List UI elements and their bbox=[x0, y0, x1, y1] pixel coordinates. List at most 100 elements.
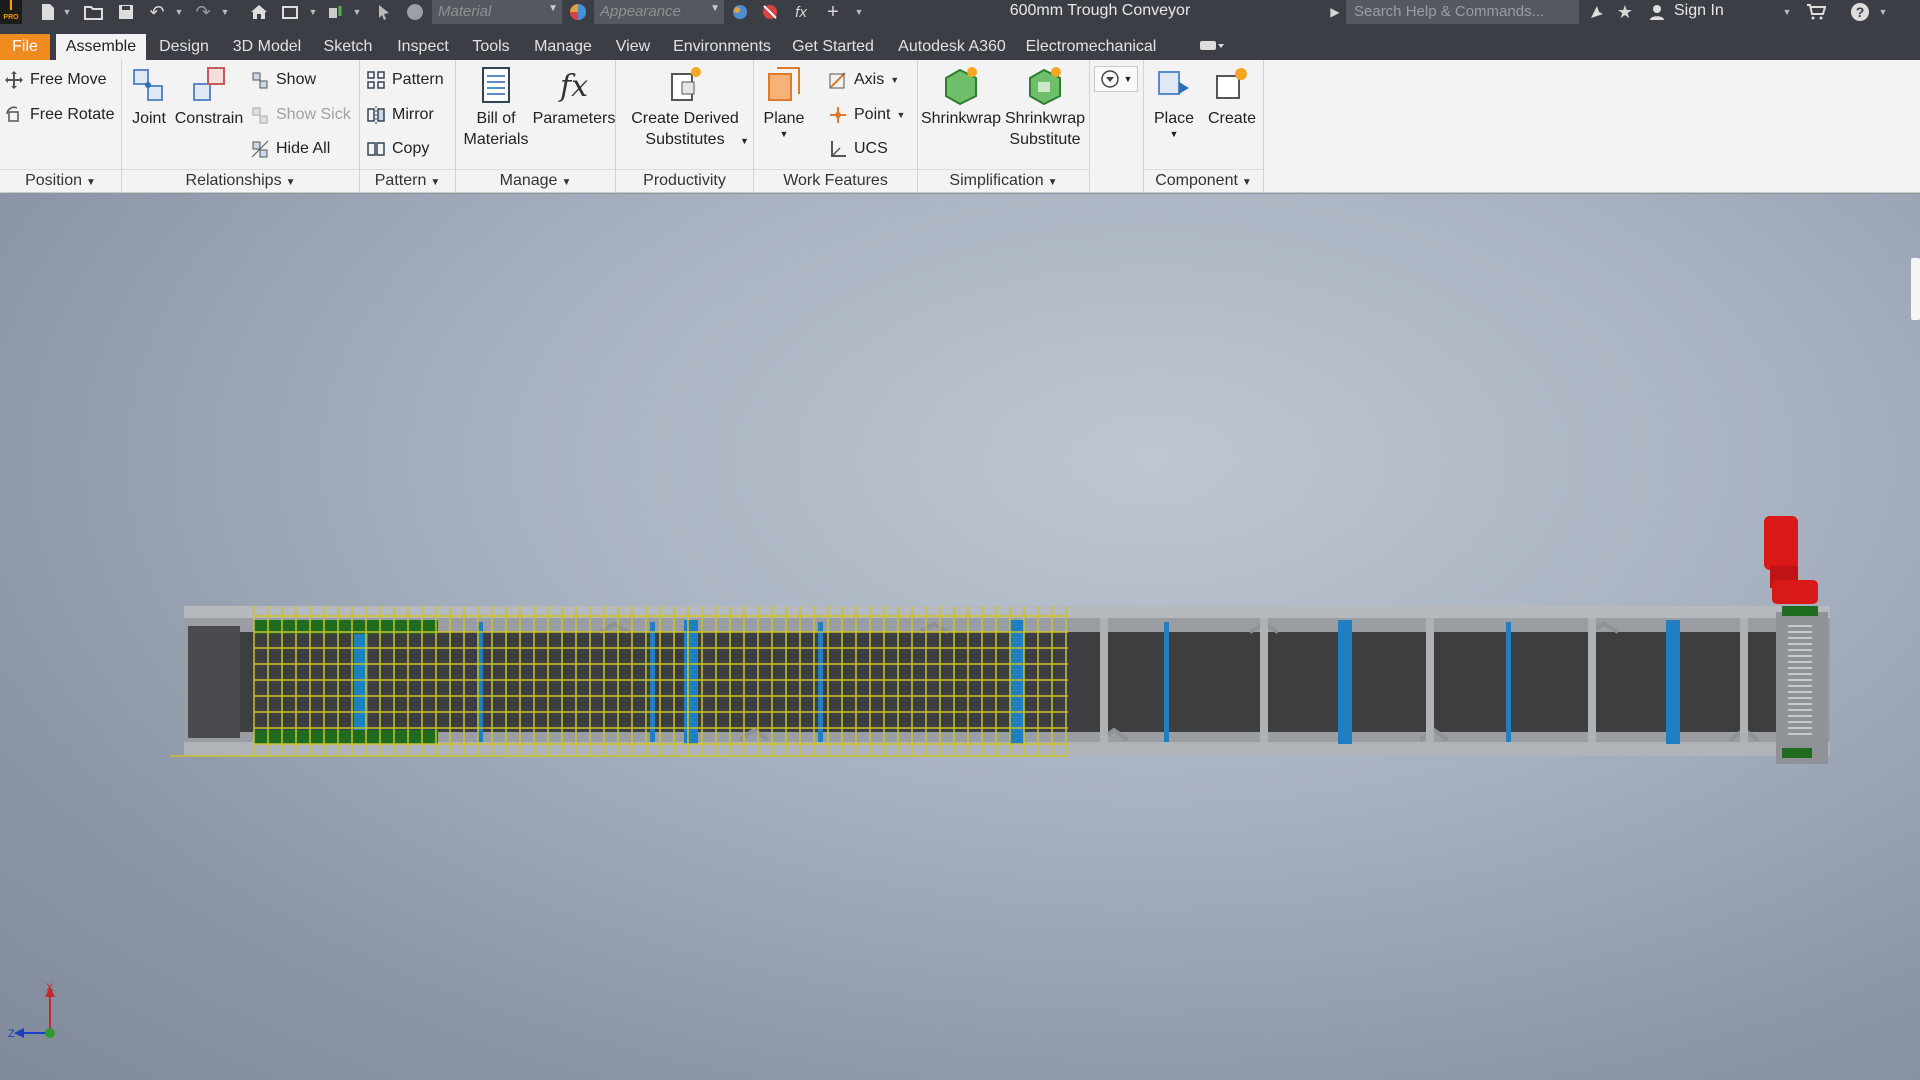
show-sick-button[interactable]: Show Sick bbox=[250, 101, 351, 129]
y-axis-origin-icon bbox=[45, 1028, 55, 1038]
joint-icon bbox=[133, 69, 163, 101]
hide-all-button[interactable]: Hide All bbox=[250, 135, 330, 163]
tab-3d-model[interactable]: 3D Model bbox=[224, 34, 310, 60]
panel-component-title[interactable]: Component ▼ bbox=[1144, 169, 1263, 191]
derived-dropdown-icon[interactable]: ▼ bbox=[740, 136, 749, 146]
help-icon[interactable]: ? bbox=[1848, 0, 1872, 24]
expand-arrow-icon[interactable]: ▶ bbox=[1328, 0, 1342, 24]
panel-relationships-title[interactable]: Relationships ▼ bbox=[122, 169, 359, 191]
show-button[interactable]: Show bbox=[250, 66, 316, 94]
panel-manage-title-text: Manage bbox=[499, 172, 558, 189]
point-dropdown-icon[interactable]: ▼ bbox=[896, 110, 905, 120]
binoculars-icon[interactable] bbox=[1586, 0, 1608, 24]
appearance-sphere-icon[interactable] bbox=[566, 0, 590, 24]
plane-dropdown-icon[interactable]: ▼ bbox=[780, 129, 789, 139]
appearance-combo[interactable]: Appearance ▼ bbox=[594, 0, 724, 24]
favorites-star-icon[interactable]: ★ bbox=[1614, 0, 1636, 24]
material-globe-icon[interactable] bbox=[404, 0, 426, 24]
undo-icon[interactable]: ↶ bbox=[146, 0, 168, 24]
panel-pattern-title[interactable]: Pattern ▼ bbox=[360, 169, 455, 191]
tab-manage[interactable]: Manage bbox=[528, 34, 598, 60]
search-input[interactable]: Search Help & Commands... bbox=[1346, 0, 1579, 24]
pattern-button[interactable]: Pattern bbox=[366, 66, 444, 94]
open-file-icon[interactable] bbox=[82, 0, 106, 24]
chevron-down-icon: ▼ bbox=[86, 177, 96, 188]
create-button[interactable]: Create bbox=[1204, 64, 1260, 129]
user-icon[interactable] bbox=[1646, 0, 1668, 24]
shrinkwrap-substitute-button[interactable]: Shrinkwrap Substitute bbox=[1002, 64, 1088, 150]
axis-button[interactable]: Axis ▼ bbox=[828, 66, 899, 94]
filter-circle-icon bbox=[1100, 70, 1119, 88]
redo-dropdown-icon[interactable]: ▼ bbox=[220, 0, 230, 24]
plane-button[interactable]: Plane ▼ bbox=[756, 64, 812, 139]
title-bar: I PRO ▼ ↶ ▼ ↷ ▼ ▼ ▼ Material ▼ Appearanc… bbox=[0, 0, 1920, 24]
panel-manage: Bill of Materials fx Parameters Manage ▼ bbox=[456, 60, 616, 193]
mirror-button[interactable]: Mirror bbox=[366, 101, 434, 129]
tab-view[interactable]: View bbox=[610, 34, 656, 60]
parameters-button[interactable]: fx Parameters bbox=[532, 64, 616, 129]
chevron-down-icon: ▼ bbox=[561, 177, 572, 188]
svg-text:fx: fx bbox=[558, 69, 588, 104]
document-title: 600mm Trough Conveyor bbox=[1009, 2, 1191, 19]
bill-of-materials-button[interactable]: Bill of Materials bbox=[458, 64, 534, 150]
help-dropdown-icon[interactable]: ▼ bbox=[1878, 0, 1888, 24]
z-axis-arrow-icon bbox=[14, 1028, 24, 1038]
select-icon[interactable] bbox=[374, 0, 396, 24]
create-label: Create bbox=[1207, 110, 1257, 127]
ribbon-display-options-icon[interactable] bbox=[1194, 34, 1230, 60]
projects-dropdown-icon[interactable]: ▼ bbox=[308, 0, 318, 24]
adjust-appearance-icon[interactable] bbox=[728, 0, 752, 24]
ucs-button[interactable]: UCS bbox=[828, 135, 888, 163]
create-component-icon bbox=[1216, 68, 1247, 99]
panel-pattern-title-text: Pattern bbox=[374, 172, 427, 189]
constrain-button[interactable]: Constrain bbox=[174, 64, 244, 129]
panel-simplification-title[interactable]: Simplification ▼ bbox=[918, 169, 1089, 191]
place-dropdown-icon[interactable]: ▼ bbox=[1170, 129, 1179, 139]
panel-position-title[interactable]: Position ▼ bbox=[0, 169, 121, 191]
parameters-fx-icon[interactable]: fx bbox=[790, 0, 812, 24]
sign-in-link[interactable]: Sign In bbox=[1674, 2, 1724, 20]
tab-design[interactable]: Design bbox=[154, 34, 214, 60]
shopping-cart-icon[interactable] bbox=[1804, 0, 1828, 24]
undo-dropdown-icon[interactable]: ▼ bbox=[174, 0, 184, 24]
options-caret-icon: ▼ bbox=[1123, 74, 1133, 84]
tab-environments[interactable]: Environments bbox=[668, 34, 776, 60]
update-icon[interactable] bbox=[326, 0, 348, 24]
tab-tools[interactable]: Tools bbox=[466, 34, 516, 60]
save-icon[interactable] bbox=[114, 0, 138, 24]
tab-electromechanical[interactable]: Electromechanical bbox=[1022, 34, 1160, 60]
material-combo[interactable]: Material ▼ bbox=[432, 0, 562, 24]
place-button[interactable]: Place ▼ bbox=[1148, 64, 1200, 139]
copy-button[interactable]: Copy bbox=[366, 135, 429, 163]
view-triad[interactable]: X Z bbox=[0, 975, 70, 1045]
point-button[interactable]: Point ▼ bbox=[828, 101, 905, 129]
new-dropdown-icon[interactable]: ▼ bbox=[62, 0, 72, 24]
tab-assemble[interactable]: Assemble bbox=[56, 34, 146, 60]
joint-button[interactable]: Joint bbox=[127, 64, 171, 129]
options-dropdown-button[interactable]: ▼ bbox=[1094, 66, 1138, 92]
projects-icon[interactable] bbox=[280, 0, 302, 24]
plus-icon[interactable]: + bbox=[822, 0, 844, 24]
update-dropdown-icon[interactable]: ▼ bbox=[352, 0, 362, 24]
tab-get-started[interactable]: Get Started bbox=[788, 34, 878, 60]
home-icon[interactable] bbox=[248, 0, 270, 24]
new-file-icon[interactable] bbox=[36, 0, 60, 24]
conveyor-model[interactable] bbox=[0, 194, 1920, 794]
shrinkwrap-button[interactable]: Shrinkwrap bbox=[920, 64, 1002, 129]
tab-sketch[interactable]: Sketch bbox=[318, 34, 378, 60]
free-move-button[interactable]: Free Move bbox=[4, 66, 106, 94]
tab-inspect[interactable]: Inspect bbox=[388, 34, 458, 60]
ribbon: Free Move Free Rotate Position ▼ Joint Co… bbox=[0, 60, 1920, 193]
free-rotate-button[interactable]: Free Rotate bbox=[4, 101, 114, 129]
app-logo[interactable]: I PRO bbox=[0, 0, 22, 24]
customize-quick-access-icon[interactable]: ▼ bbox=[852, 0, 866, 24]
axis-dropdown-icon[interactable]: ▼ bbox=[890, 75, 899, 85]
panel-work-features: Plane ▼ Axis ▼ Point ▼ UCS Work Features bbox=[754, 60, 918, 193]
create-derived-substitutes-button[interactable]: Create Derived Substitutes bbox=[618, 64, 752, 150]
panel-manage-title[interactable]: Manage ▼ bbox=[456, 169, 615, 191]
tab-autodesk-a360[interactable]: Autodesk A360 bbox=[894, 34, 1010, 60]
clear-appearance-icon[interactable] bbox=[758, 0, 782, 24]
redo-icon[interactable]: ↷ bbox=[192, 0, 214, 24]
sign-in-dropdown-icon[interactable]: ▼ bbox=[1782, 0, 1792, 24]
tab-file[interactable]: File bbox=[0, 34, 50, 60]
